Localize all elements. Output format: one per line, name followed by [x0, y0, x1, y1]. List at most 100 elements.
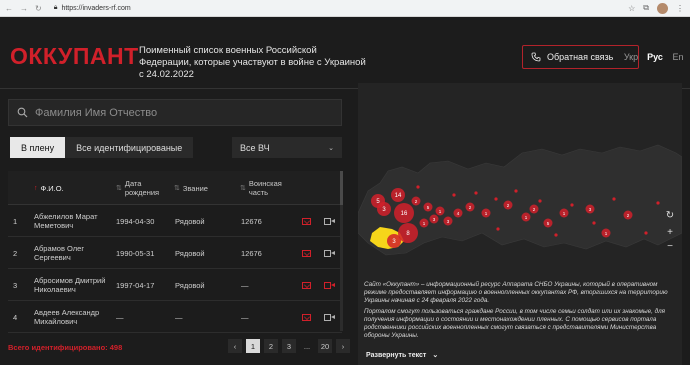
map-marker[interactable]: 1	[419, 218, 429, 228]
menu-icon[interactable]: ⋮	[676, 4, 684, 13]
avatar[interactable]	[657, 2, 668, 14]
map-marker[interactable]: 1	[559, 208, 569, 218]
browser-toolbar: ← → ↻ 🔒︎ https://invaders-rf.com ☆ ⧉ ⋮	[0, 0, 690, 17]
page-button[interactable]: 2	[264, 339, 278, 353]
video-icon[interactable]	[324, 269, 335, 301]
next-page-button[interactable]: ›	[336, 339, 350, 353]
map-marker[interactable]: 16	[394, 203, 414, 223]
map-marker[interactable]: 3	[377, 202, 391, 216]
map-dot	[416, 185, 420, 189]
map-canvas[interactable]: 5316142513813 342121251312	[358, 83, 682, 283]
table-row[interactable]: 1 Абжелилов Марат Меметович 1994-04-30 Р…	[8, 205, 342, 237]
row-rank: Рядовой	[175, 280, 205, 290]
url-text: https://invaders-rf.com	[61, 4, 131, 12]
row-dob: —	[116, 312, 124, 322]
map-marker[interactable]: 2	[465, 202, 475, 212]
back-icon[interactable]: ←	[5, 4, 13, 13]
site-logo[interactable]: ОККУПАНТ	[10, 43, 139, 70]
video-icon[interactable]	[324, 205, 335, 237]
mail-icon[interactable]	[302, 205, 311, 237]
column-header-name[interactable]: ↑ Ф.И.О.	[34, 171, 64, 205]
map-marker[interactable]: 3	[443, 216, 453, 226]
map-dot	[612, 197, 616, 201]
map-marker[interactable]: 4	[453, 208, 463, 218]
forward-icon[interactable]: →	[20, 4, 28, 13]
browser-actions: ☆ ⧉ ⋮	[628, 2, 690, 14]
row-name[interactable]: Абжелилов Марат Меметович	[34, 205, 114, 237]
map-panel[interactable]: 5 3 16 14 2 5 1 3 8 1 3 3 4 2 1 2 1 2 5 1 3 1 2 ↻ + − Сайт «Ок…	[358, 83, 682, 365]
map-marker[interactable]: 5	[423, 202, 433, 212]
map-marker[interactable]: 1	[521, 212, 531, 222]
page-button[interactable]: 20	[318, 339, 332, 353]
table-row[interactable]: 3 Абросимов Дмитрий Николаевич 1997-04-1…	[8, 269, 342, 301]
table-header: ↑ Ф.И.О. ⇅ Дата рождения ⇅ Звание ⇅ Воин…	[8, 171, 342, 205]
lang-ua[interactable]: Укр	[621, 52, 641, 62]
reload-icon[interactable]: ↻	[35, 4, 42, 13]
map-dot	[494, 197, 498, 201]
video-icon[interactable]	[324, 237, 335, 269]
table-row[interactable]: 2 Абрамов Олег Сергеевич 1990-05-31 Рядо…	[8, 237, 342, 269]
zoom-in-button[interactable]: +	[664, 226, 676, 238]
row-dob: 1997-04-17	[116, 280, 155, 290]
page-button[interactable]: 3	[282, 339, 296, 353]
column-header-unit[interactable]: ⇅ Воинская часть	[240, 171, 292, 205]
map-marker[interactable]: 2	[623, 210, 633, 220]
row-rank: Рядовой	[175, 216, 205, 226]
tab-all-identified[interactable]: Все идентифицированые	[65, 137, 194, 158]
mail-icon[interactable]	[302, 269, 311, 301]
description-paragraph: Сайт «Оккупант» – информационный ресурс …	[364, 281, 668, 304]
pagination: ‹ 1 2 3 ... 20 ›	[228, 339, 350, 353]
address-bar[interactable]: 🔒︎ https://invaders-rf.com	[54, 4, 131, 12]
row-number: 4	[13, 312, 18, 322]
row-rank: Рядовой	[175, 248, 205, 258]
map-marker[interactable]: 5	[543, 218, 553, 228]
scrollbar-thumb[interactable]	[340, 171, 343, 205]
bookmark-icon[interactable]: ☆	[628, 4, 635, 13]
row-dob: 1990-05-31	[116, 248, 155, 258]
map-marker[interactable]: 14	[391, 188, 405, 202]
lang-en[interactable]: En	[668, 52, 688, 62]
phone-icon	[531, 52, 541, 62]
row-name[interactable]: Абросимов Дмитрий Николаевич	[34, 269, 114, 301]
prev-page-button[interactable]: ‹	[228, 339, 242, 353]
table-row[interactable]: 4 Авдеев Александр Михайлович — — —	[8, 301, 342, 333]
map-dot	[514, 189, 518, 193]
column-header-rank[interactable]: ⇅ Звание	[174, 171, 208, 205]
map-marker[interactable]: 8	[398, 223, 418, 243]
map-marker[interactable]: 3	[585, 204, 595, 214]
map-marker[interactable]: 1	[481, 208, 491, 218]
status-tabs: В плену Все идентифицированые	[10, 137, 194, 158]
unit-filter-select[interactable]: Все ВЧ ⌄	[232, 137, 342, 158]
row-unit: —	[241, 312, 249, 322]
row-name[interactable]: Авдеев Александр Михайлович	[34, 301, 114, 333]
mail-icon[interactable]	[302, 301, 311, 333]
map-marker[interactable]: 3	[429, 214, 439, 224]
search-input[interactable]	[35, 106, 325, 119]
row-unit: 12676	[241, 248, 262, 258]
map-marker[interactable]: 1	[435, 206, 445, 216]
map-marker[interactable]: 2	[411, 196, 421, 206]
extensions-icon[interactable]: ⧉	[643, 3, 649, 13]
lang-ru[interactable]: Рус	[645, 52, 665, 62]
map-marker[interactable]: 2	[529, 204, 539, 214]
video-icon[interactable]	[324, 301, 335, 333]
row-rank: —	[175, 312, 183, 322]
rotate-icon[interactable]: ↻	[664, 209, 676, 221]
map-dot	[538, 199, 542, 203]
map-dot	[496, 227, 500, 231]
page-button[interactable]: 1	[246, 339, 260, 353]
zoom-out-button[interactable]: −	[664, 240, 676, 252]
row-name[interactable]: Абрамов Олег Сергеевич	[34, 237, 114, 269]
page: ОККУПАНТ Поименный список военных Россий…	[0, 17, 690, 365]
column-header-dob[interactable]: ⇅ Дата рождения	[116, 171, 176, 205]
row-number: 3	[13, 280, 18, 290]
expand-text-button[interactable]: Развернуть текст ⌄	[366, 351, 438, 359]
map-marker[interactable]: 1	[601, 228, 611, 238]
search-icon	[17, 107, 28, 118]
table-scrollbar[interactable]	[340, 171, 343, 331]
lock-icon: 🔒︎	[53, 4, 58, 11]
tab-captured[interactable]: В плену	[10, 137, 66, 158]
mail-icon[interactable]	[302, 237, 311, 269]
map-marker[interactable]: 2	[503, 200, 513, 210]
row-number: 2	[13, 248, 18, 258]
